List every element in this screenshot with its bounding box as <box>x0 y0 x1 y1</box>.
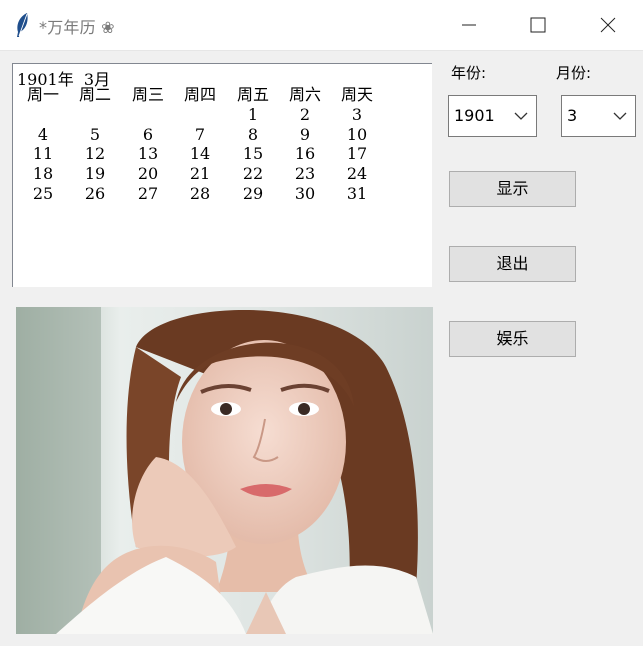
day-cell: 5 <box>89 125 101 144</box>
day-cell: 12 <box>84 144 106 163</box>
title-bar[interactable]: *万年历 ❀ <box>0 0 643 51</box>
day-cell: 7 <box>194 125 206 144</box>
calendar-heading: 1901年 3月 <box>17 70 111 89</box>
day-cell: 10 <box>346 125 368 144</box>
month-label: 月份: <box>556 64 592 82</box>
weekday-fri: 周五 <box>236 85 269 104</box>
close-button[interactable] <box>585 0 631 50</box>
month-select-value: 3 <box>567 106 578 125</box>
weekday-wed: 周三 <box>131 85 164 104</box>
day-cell: 11 <box>32 144 54 163</box>
day-cell: 22 <box>242 164 264 183</box>
chevron-down-icon <box>613 112 627 120</box>
year-label: 年份: <box>451 64 487 82</box>
day-cell: 28 <box>189 184 211 203</box>
day-cell: 30 <box>294 184 316 203</box>
feather-icon <box>12 12 32 38</box>
day-cell: 1 <box>247 105 259 124</box>
weekday-mon: 周一 <box>26 85 59 104</box>
day-cell: 3 <box>351 105 363 124</box>
calendar-week: 4 5 6 7 8 9 10 <box>13 125 433 144</box>
day-cell: 24 <box>346 164 368 183</box>
calendar-week: 1 2 3 <box>13 105 433 124</box>
day-cell: 19 <box>84 164 106 183</box>
minimize-icon <box>462 24 476 26</box>
day-cell: 21 <box>189 164 211 183</box>
day-cell: 4 <box>37 125 49 144</box>
day-cell: 13 <box>137 144 159 163</box>
day-cell: 25 <box>32 184 54 203</box>
minimize-button[interactable] <box>446 0 492 50</box>
day-cell: 23 <box>294 164 316 183</box>
day-cell: 14 <box>189 144 211 163</box>
year-select[interactable]: 1901 <box>448 95 537 137</box>
calendar-text-area[interactable]: 1901年 3月 周一 周二 周三 周四 周五 周六 周天 1 2 3 4 5 … <box>12 63 432 287</box>
day-cell: 29 <box>242 184 264 203</box>
weekday-sat: 周六 <box>288 85 321 104</box>
day-cell: 16 <box>294 144 316 163</box>
weekday-sun: 周天 <box>340 85 373 104</box>
calendar-week: 18 19 20 21 22 23 24 <box>13 164 433 183</box>
weekday-thu: 周四 <box>183 85 216 104</box>
weekday-tue: 周二 <box>78 85 111 104</box>
day-cell: 17 <box>346 144 368 163</box>
close-icon <box>600 17 616 33</box>
exit-button[interactable]: 退出 <box>449 246 576 282</box>
fun-button[interactable]: 娱乐 <box>449 321 576 357</box>
day-cell: 15 <box>242 144 264 163</box>
day-cell: 31 <box>346 184 368 203</box>
maximize-icon <box>530 17 546 33</box>
day-cell: 27 <box>137 184 159 203</box>
maximize-button[interactable] <box>515 0 561 50</box>
year-select-value: 1901 <box>454 106 495 125</box>
day-cell: 20 <box>137 164 159 183</box>
portrait-photo <box>16 307 433 634</box>
day-cell: 9 <box>299 125 311 144</box>
day-cell: 6 <box>142 125 154 144</box>
calendar-week: 11 12 13 14 15 16 17 <box>13 144 433 163</box>
window-title: *万年历 ❀ <box>39 18 115 37</box>
day-cell: 18 <box>32 164 54 183</box>
show-button[interactable]: 显示 <box>449 171 576 207</box>
day-cell: 2 <box>299 105 311 124</box>
day-cell: 8 <box>247 125 259 144</box>
weekday-header-row: 周一 周二 周三 周四 周五 周六 周天 <box>13 85 433 104</box>
day-cell: 26 <box>84 184 106 203</box>
chevron-down-icon <box>514 112 528 120</box>
calendar-week: 25 26 27 28 29 30 31 <box>13 184 433 203</box>
month-select[interactable]: 3 <box>561 95 636 137</box>
